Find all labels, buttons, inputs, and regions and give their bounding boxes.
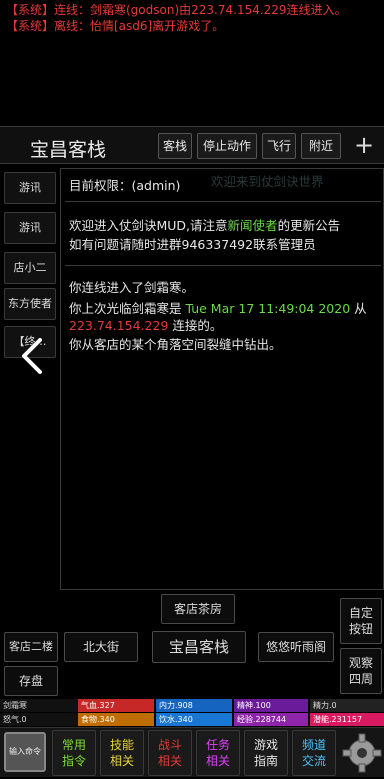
last-login-ip-line: 223.74.154.229 连接的。: [69, 317, 222, 334]
tool-label: 相关: [109, 754, 134, 768]
exit-east-rain-pavilion[interactable]: 悠悠听雨阁: [258, 632, 334, 662]
tool-label: 指令: [61, 754, 86, 768]
tool-label: 任务: [205, 738, 230, 752]
contact-line: 如有问题请随时进群946337492联系管理员: [69, 237, 316, 252]
chevron-left-icon[interactable]: [16, 334, 50, 378]
neili-bar: 内力.908: [156, 699, 232, 712]
last-login-text: 你上次光临剑霜寒是: [69, 301, 186, 316]
faded-welcome-text: 欢迎来到仗剑诀世界: [211, 174, 324, 189]
food-bar: 食物.340: [78, 713, 154, 726]
inn-button[interactable]: 客栈: [158, 133, 192, 159]
arrival-line: 你从客店的某个角落空间裂缝中钻出。: [69, 337, 282, 352]
last-login-time: Tue Mar 17 11:49:04 2020: [185, 301, 351, 316]
stats-row-2: 怒气.0 食物.340 饮水.340 经验.228744 潜能.231157: [0, 713, 384, 726]
fly-button[interactable]: 飞行: [262, 133, 296, 159]
room-header: 宝昌客栈 客栈 停止动作 飞行 附近 +: [0, 126, 384, 164]
divider: [65, 201, 381, 202]
system-log-line: 【系统】离线：怡情[asd6]离开游戏了。: [6, 19, 225, 33]
command-input-button[interactable]: 输入命令: [4, 732, 46, 772]
toolbar-quests[interactable]: 任务 相关: [196, 730, 240, 776]
welcome-text: 欢迎进入仗剑诀MUD,请注意: [69, 218, 228, 233]
news-envoy-link[interactable]: 新闻使者: [228, 218, 278, 233]
welcome-line: 欢迎进入仗剑诀MUD,请注意新闻使者的更新公告: [69, 217, 340, 234]
tool-label: 技能: [109, 738, 134, 752]
last-login-line: 你上次光临剑霜寒是 Tue Mar 17 11:49:04 2020 从: [69, 300, 367, 317]
observe-button[interactable]: 观察 四周: [340, 648, 382, 694]
system-log: 【系统】连线：剑霜寒(godson)由223.74.154.229连线进入。 【…: [6, 2, 384, 34]
add-button[interactable]: +: [346, 131, 382, 161]
stats-row-1: 剑霜寒 气血.327 内力.908 精神.100 精力.0: [0, 699, 384, 712]
char-name: 剑霜寒: [0, 699, 78, 712]
exit-north-tea-room[interactable]: 客店茶房: [161, 594, 235, 624]
exit-west-north-street[interactable]: 北大街: [64, 632, 138, 662]
tool-label: 常用: [61, 738, 86, 752]
tool-label: 游戏: [253, 738, 278, 752]
room-title: 宝昌客栈: [30, 139, 107, 161]
custom-button[interactable]: 自定 按钮: [340, 598, 382, 644]
tool-label: 战斗: [157, 738, 182, 752]
welcome-text-tail: 的更新公告: [277, 218, 341, 233]
sidebar-item-news[interactable]: 游讯: [4, 172, 56, 204]
gear-icon[interactable]: [340, 730, 384, 776]
sidebar-item-waiter[interactable]: 店小二: [4, 252, 56, 284]
sidebar-item-news-2[interactable]: 游讯: [4, 212, 56, 244]
system-log-line: 【系统】连线：剑霜寒(godson)由223.74.154.229连线进入。: [6, 3, 347, 17]
tool-label: 频道: [301, 738, 326, 752]
toolbar-common-commands[interactable]: 常用 指令: [52, 730, 96, 776]
last-login-tail: 连接的。: [168, 318, 223, 333]
exp-bar: 经验.228744: [234, 713, 308, 726]
toolbar-combat[interactable]: 战斗 相关: [148, 730, 192, 776]
water-bar: 饮水.340: [156, 713, 232, 726]
tool-label: 相关: [157, 754, 182, 768]
last-login-from: 从: [350, 301, 367, 316]
toolbar-channels[interactable]: 频道 交流: [292, 730, 336, 776]
exit-inn-second-floor[interactable]: 客店二楼: [4, 632, 58, 662]
current-room-button[interactable]: 宝昌客栈: [152, 631, 246, 663]
permission-text: 目前权限：(admin): [69, 178, 181, 193]
tool-label: 相关: [205, 754, 230, 768]
toolbar-skills[interactable]: 技能 相关: [100, 730, 144, 776]
last-login-ip: 223.74.154.229: [69, 318, 169, 333]
save-button[interactable]: 存盘: [4, 666, 58, 696]
hp-bar: 气血.327: [78, 699, 154, 712]
potential-bar: 潜能.231157: [310, 713, 384, 726]
nearby-button[interactable]: 附近: [301, 133, 341, 159]
tool-label: 交流: [301, 754, 326, 768]
jingshen-bar: 精神.100: [234, 699, 308, 712]
divider: [65, 265, 381, 266]
tool-label: 指南: [253, 754, 278, 768]
nuqi-bar: 怒气.0: [0, 713, 78, 726]
jingli-bar: 精力.0: [310, 699, 384, 712]
toolbar-guide[interactable]: 游戏 指南: [244, 730, 288, 776]
stop-action-button[interactable]: 停止动作: [197, 133, 257, 159]
sidebar-item-east-envoy[interactable]: 东方使者: [4, 288, 56, 320]
message-panel: 目前权限：(admin) 欢迎来到仗剑诀世界 欢迎进入仗剑诀MUD,请注意新闻使…: [60, 168, 384, 590]
connected-line: 你连线进入了剑霜寒。: [69, 280, 195, 295]
bottom-toolbar: 输入命令 常用 指令 技能 相关 战斗 相关 任务 相关 游戏 指南 频道 交流: [0, 727, 384, 777]
